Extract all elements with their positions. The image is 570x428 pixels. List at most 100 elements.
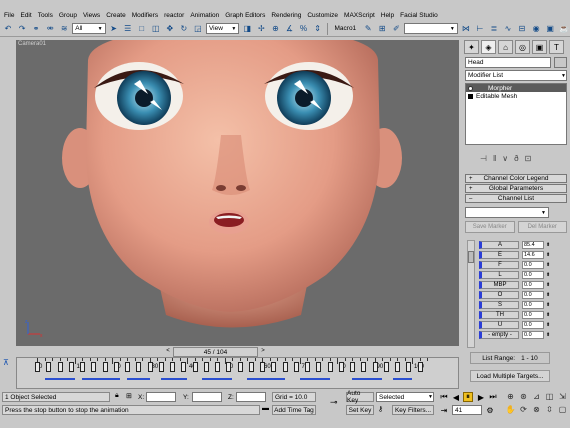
channel-name[interactable]: TH [479, 310, 519, 319]
absolute-mode-icon[interactable]: ⊞ [126, 392, 132, 400]
light-bulb-icon[interactable] [468, 85, 473, 91]
spinner-icon[interactable]: ⬍ [546, 272, 550, 278]
display-tab-icon[interactable]: ▣ [532, 40, 547, 54]
snap-icon[interactable]: ⊕ [269, 22, 281, 35]
maximize-viewport-icon[interactable]: ▢ [557, 404, 568, 415]
spinner-icon[interactable]: ⬍ [546, 322, 550, 328]
time-slider-next-icon[interactable]: > [259, 348, 267, 356]
named-selection-dropdown[interactable]: ▼ [404, 23, 458, 34]
named-selection-icon[interactable]: ⊞ [376, 22, 388, 35]
spinner-icon[interactable]: ⬍ [546, 262, 550, 268]
key-marker[interactable] [68, 362, 74, 372]
selection-filter-dropdown[interactable]: All ▼ [72, 23, 106, 34]
marker-dropdown[interactable]: ▼ [465, 207, 549, 218]
key-marker[interactable] [80, 362, 85, 372]
select-object-icon[interactable]: ➤ [108, 22, 120, 35]
key-marker[interactable] [158, 362, 164, 372]
stack-item-editable-mesh[interactable]: Editable Mesh [466, 92, 566, 100]
hierarchy-tab-icon[interactable]: ⌂ [498, 40, 513, 54]
angle-snap-icon[interactable]: ∡ [283, 22, 295, 35]
key-marker[interactable] [170, 362, 175, 372]
menu-help[interactable]: Help [381, 12, 394, 19]
modify-tab-icon[interactable]: ◈ [481, 40, 496, 54]
channel-row[interactable]: A 85.4 ⬍ [479, 240, 565, 249]
key-marker[interactable] [57, 362, 63, 372]
make-unique-icon[interactable]: ∨ [502, 154, 508, 163]
utilities-tab-icon[interactable]: T [549, 40, 564, 54]
key-marker[interactable] [102, 362, 108, 372]
menu-file[interactable]: File [4, 12, 14, 19]
key-filter-icon[interactable]: ⚷ [378, 405, 383, 413]
mirror-icon[interactable]: ⋈ [460, 22, 472, 35]
rollout-channel-color-legend[interactable]: + Channel Color Legend [465, 174, 567, 183]
key-marker[interactable] [113, 362, 119, 372]
goto-start-icon[interactable]: ⏮ [439, 392, 449, 402]
motion-tab-icon[interactable]: ◎ [515, 40, 530, 54]
pin-stack-icon[interactable]: ⊣ [480, 154, 487, 163]
layer-manager-icon[interactable]: ≣ [488, 22, 500, 35]
rectangle-selection-icon[interactable]: □ [136, 22, 148, 35]
channel-value[interactable]: 0.0 [522, 300, 544, 309]
unlink-icon[interactable]: ⚮ [44, 22, 56, 35]
prev-frame-icon[interactable]: ◀ [451, 392, 461, 402]
material-editor-icon[interactable]: ◉ [530, 22, 542, 35]
stack-item-morpher[interactable]: Morpher [466, 84, 566, 92]
configure-sets-icon[interactable]: ⊡ [525, 154, 532, 163]
redo-icon[interactable]: ↷ [16, 22, 28, 35]
align-icon[interactable]: ⊢ [474, 22, 486, 35]
key-marker[interactable] [192, 362, 198, 372]
select-by-name-icon[interactable]: ☰ [122, 22, 134, 35]
expand-icon[interactable] [468, 93, 473, 99]
select-manipulate-icon[interactable]: ✢ [255, 22, 267, 35]
track-bar[interactable]: 0102030405060708090100 [16, 357, 459, 389]
time-slider[interactable]: 45 / 104 [173, 347, 258, 357]
channel-value[interactable]: 0.0 [522, 280, 544, 289]
key-marker[interactable] [248, 362, 254, 372]
dolly-icon[interactable]: ⇲ [557, 391, 568, 402]
channel-value[interactable]: 85.4 [522, 240, 544, 249]
menu-group[interactable]: Group [59, 12, 77, 19]
orbit-icon[interactable]: ⟳ [518, 404, 529, 415]
key-marker[interactable] [338, 362, 344, 372]
spinner-icon[interactable]: ⬍ [546, 302, 550, 308]
menu-reactor[interactable]: reactor [164, 12, 184, 19]
time-slider-prev-icon[interactable]: < [164, 348, 172, 356]
key-marker[interactable] [383, 362, 389, 372]
edit-named-selection-icon[interactable]: ✎ [362, 22, 374, 35]
channel-name[interactable]: - empty - [479, 330, 519, 339]
channel-row[interactable]: U 0.0 ⬍ [479, 320, 565, 329]
key-marker[interactable] [327, 362, 333, 372]
window-crossing-icon[interactable]: ◫ [150, 22, 162, 35]
truck-icon[interactable]: ⇳ [544, 404, 555, 415]
menu-modifiers[interactable]: Modifiers [132, 12, 158, 19]
channel-value[interactable]: 0.0 [522, 330, 544, 339]
fov-icon[interactable]: ⊿ [531, 391, 542, 402]
channel-name[interactable]: U [479, 320, 519, 329]
zoom-extents-icon[interactable]: ◫ [544, 391, 555, 402]
menu-facial-studio[interactable]: Facial Studio [400, 12, 438, 19]
channel-value[interactable]: 0.0 [522, 290, 544, 299]
channel-value[interactable]: 14.6 [522, 250, 544, 259]
menu-rendering[interactable]: Rendering [271, 12, 301, 19]
y-coord-field[interactable] [192, 392, 222, 402]
x-coord-field[interactable] [146, 392, 176, 402]
curve-editor-icon[interactable]: ∿ [502, 22, 514, 35]
channel-row[interactable]: TH 0.0 ⬍ [479, 310, 565, 319]
channel-value[interactable]: 0.0 [522, 270, 544, 279]
select-move-icon[interactable]: ✥ [164, 22, 176, 35]
load-multiple-targets-button[interactable]: Load Multiple Targets... [470, 370, 550, 382]
pan-icon[interactable]: ✋ [505, 404, 516, 415]
key-marker[interactable] [46, 362, 52, 372]
select-scale-icon[interactable]: ◲ [192, 22, 204, 35]
key-marker[interactable] [282, 362, 288, 372]
z-coord-field[interactable] [236, 392, 266, 402]
remove-modifier-icon[interactable]: ð [514, 154, 518, 163]
key-mode-dropdown[interactable]: Selected ▼ [376, 392, 434, 402]
lock-selection-icon[interactable]: 🔒︎ [115, 392, 119, 400]
set-key-button[interactable]: Set Key [346, 405, 374, 415]
menu-edit[interactable]: Edit [20, 12, 31, 19]
spinner-icon[interactable]: ⬍ [546, 242, 550, 248]
key-marker[interactable] [35, 362, 40, 372]
menu-create[interactable]: Create [106, 12, 126, 19]
menu-customize[interactable]: Customize [307, 12, 338, 19]
